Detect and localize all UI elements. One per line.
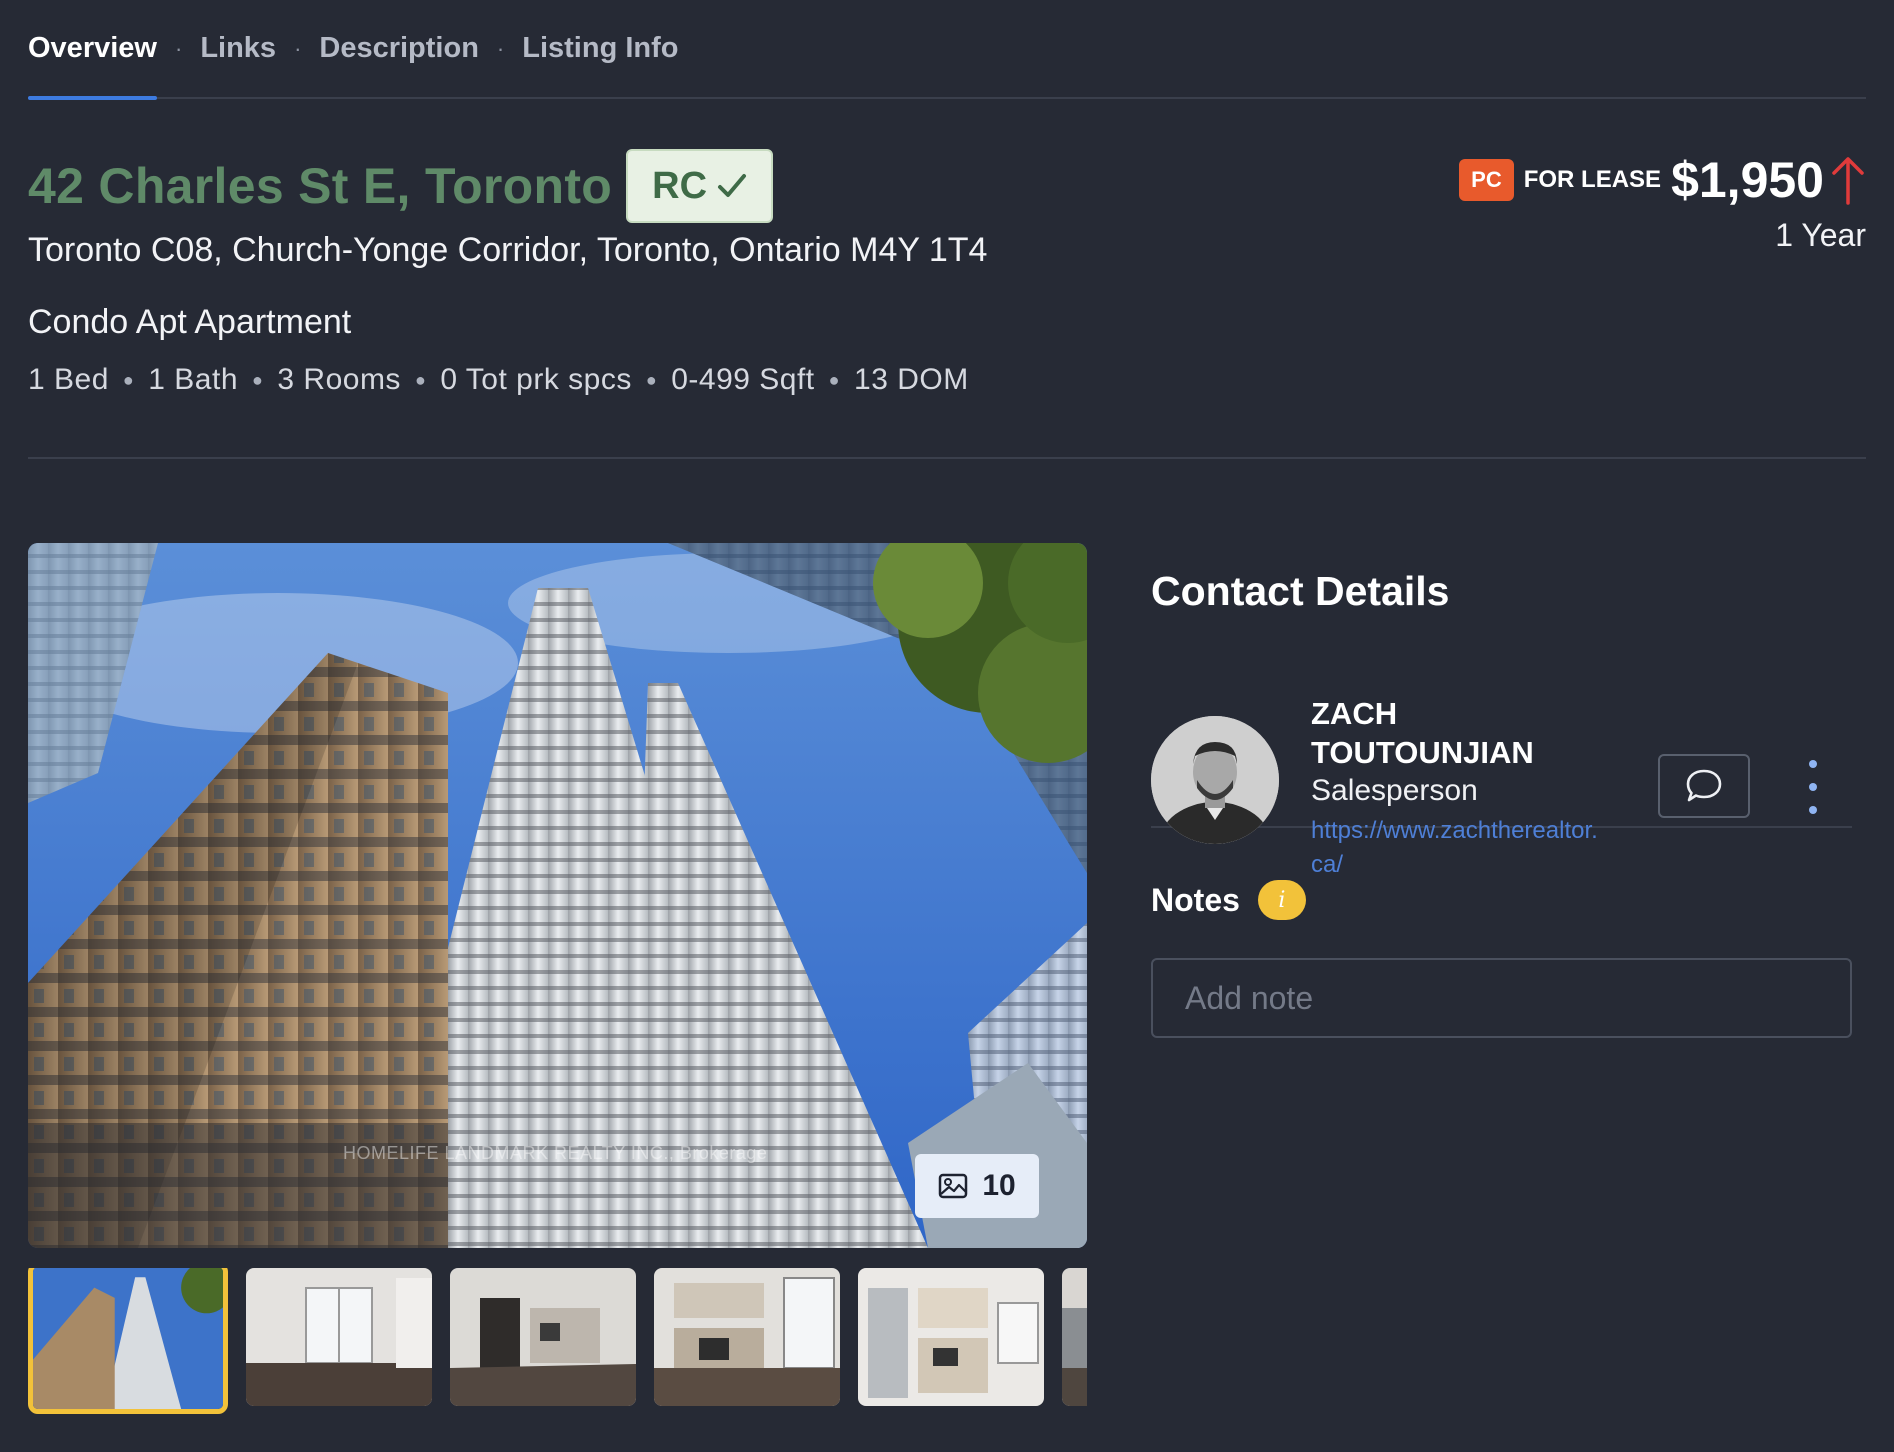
spec-baths: 1 Bath	[148, 363, 239, 396]
agent-info: ZACH TOUTOUNJIAN Salesperson https://www…	[1311, 694, 1631, 882]
photo-count: 10	[982, 1169, 1016, 1202]
thumbnail-living-room[interactable]	[246, 1268, 432, 1406]
spec-parking: 0 Tot prk spcs	[440, 363, 632, 396]
spec-beds: 1 Bed	[28, 363, 109, 396]
agent-link-line1: https://www.zachtherealtor.	[1311, 817, 1598, 844]
agent-photo	[1151, 716, 1279, 844]
rc-badge-label: RC	[652, 164, 708, 207]
status-badge: PC	[1459, 159, 1514, 201]
tab-listing-info[interactable]: Listing Info	[522, 0, 678, 98]
spec-separator: ●	[252, 369, 264, 390]
chat-bubble-icon	[1686, 769, 1722, 802]
thumbnail-kitchen-hall[interactable]	[450, 1268, 636, 1406]
agent-role: Salesperson	[1311, 774, 1478, 807]
price-block: PC FOR LEASE $1,950 1 Year	[1459, 151, 1866, 254]
add-note-input[interactable]	[1151, 958, 1852, 1038]
listing-header: 42 Charles St E, Toronto RC Toronto C08,…	[28, 99, 1866, 459]
listing-price: $1,950	[1671, 152, 1824, 208]
image-icon	[939, 1173, 968, 1199]
listing-specs: 1 Bed ● 1 Bath ● 3 Rooms ● 0 Tot prk spc…	[28, 363, 969, 397]
property-type: Condo Apt Apartment	[28, 303, 352, 341]
thumbnail-image	[246, 1268, 432, 1406]
avatar[interactable]	[1151, 716, 1279, 844]
thumbnail-image	[1062, 1268, 1087, 1406]
contact-panel: Contact Details ZACH TOUTOUNJIAN Salespe…	[1151, 543, 1852, 1038]
thumbnail-strip	[28, 1268, 1087, 1414]
thumbnail-image	[450, 1268, 636, 1406]
thumbnail-image	[654, 1268, 840, 1406]
spec-dom: 13 DOM	[854, 363, 969, 396]
spec-rooms: 3 Rooms	[277, 363, 401, 396]
agent-link-line2: ca/	[1311, 851, 1344, 878]
listing-address: 42 Charles St E, Toronto	[28, 158, 613, 214]
info-icon[interactable]: i	[1257, 880, 1306, 920]
thumbnail-image	[858, 1268, 1044, 1406]
agent-website-link[interactable]: https://www.zachtherealtor. ca/	[1311, 814, 1631, 882]
spec-separator: ●	[645, 369, 658, 390]
spec-separator: ●	[414, 369, 427, 390]
spec-separator: ●	[828, 369, 841, 390]
spec-sqft: 0-499 Sqft	[671, 363, 815, 396]
agent-first-name: ZACH	[1311, 696, 1398, 731]
contact-title: Contact Details	[1151, 568, 1450, 614]
dot	[1809, 783, 1817, 791]
main-photo[interactable]: HOMELIFE LANDMARK REALTY INC., Brokerage…	[28, 543, 1087, 1248]
listing-subaddress: Toronto C08, Church-Yonge Corridor, Toro…	[28, 231, 988, 269]
thumbnail-kitchen-appliances[interactable]	[858, 1268, 1044, 1406]
agent-last-name: TOUTOUNJIAN	[1311, 735, 1534, 770]
spec-separator: ●	[122, 369, 135, 390]
title-row: 42 Charles St E, Toronto RC	[28, 149, 774, 223]
tab-separator: ·	[294, 35, 302, 61]
thumbnail-partial[interactable]	[1062, 1268, 1087, 1406]
thumbnail-kitchen[interactable]	[654, 1268, 840, 1406]
notes-header: Notes i	[1151, 880, 1852, 920]
photo-count-button[interactable]: 10	[915, 1154, 1039, 1218]
tab-description[interactable]: Description	[319, 0, 479, 98]
dot	[1809, 760, 1817, 768]
more-options-button[interactable]	[1801, 760, 1825, 814]
rc-badge: RC	[626, 149, 774, 223]
agent-card: Contact Details ZACH TOUTOUNJIAN Salespe…	[1151, 568, 1852, 878]
thumbnail-image	[33, 1268, 223, 1409]
lease-term: 1 Year	[1775, 217, 1866, 253]
agent-name: ZACH TOUTOUNJIAN	[1311, 694, 1631, 772]
checkmark-icon	[718, 174, 747, 197]
price-row: PC FOR LEASE $1,950	[1459, 151, 1866, 209]
thumbnail-exterior[interactable]	[28, 1268, 228, 1414]
photo-watermark: HOMELIFE LANDMARK REALTY INC., Brokerage	[343, 1143, 768, 1163]
photo-gallery: HOMELIFE LANDMARK REALTY INC., Brokerage…	[28, 543, 1087, 1414]
tab-links[interactable]: Links	[200, 0, 276, 98]
notes-title: Notes	[1151, 881, 1240, 918]
message-agent-button[interactable]	[1658, 754, 1750, 818]
section-tabs: Overview · Links · Description · Listing…	[28, 0, 1866, 100]
dot	[1809, 806, 1817, 814]
tab-overview[interactable]: Overview	[28, 0, 157, 100]
price-up-arrow-icon	[1832, 157, 1864, 205]
status-label: FOR LEASE	[1523, 166, 1662, 193]
tab-separator: ·	[496, 35, 505, 61]
tab-separator: ·	[174, 35, 183, 61]
